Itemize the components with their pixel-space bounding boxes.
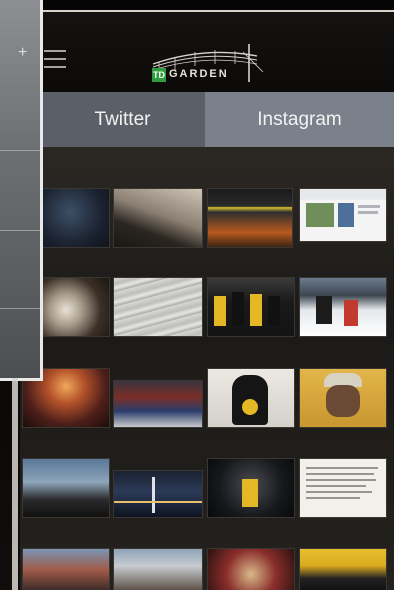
status-strip xyxy=(40,0,394,10)
tab-instagram[interactable]: Instagram xyxy=(205,92,394,147)
photo-bracelet[interactable] xyxy=(207,548,295,590)
photo-street[interactable] xyxy=(22,548,110,590)
photo-building-sky[interactable] xyxy=(113,188,203,248)
tab-twitter[interactable]: Twitter xyxy=(40,92,205,147)
photo-web-screenshot[interactable] xyxy=(299,188,387,242)
photo-storefront[interactable] xyxy=(207,188,293,248)
photo-player-celebrate[interactable] xyxy=(207,458,295,518)
td-badge: TD xyxy=(152,68,166,82)
photo-bridge-night[interactable] xyxy=(113,470,203,518)
photo-man-cap[interactable] xyxy=(299,368,387,428)
add-icon[interactable]: + xyxy=(18,44,27,62)
photo-hockey-crowd[interactable] xyxy=(113,380,203,428)
photo-team-poster[interactable] xyxy=(299,548,387,590)
app-screen: TD GARDEN Twitter Instagram + xyxy=(0,0,394,590)
photo-hockey-team[interactable] xyxy=(207,277,295,337)
photo-city-skyline[interactable] xyxy=(22,458,110,518)
logo-wordmark: GARDEN xyxy=(169,68,229,80)
hamburger-menu-icon[interactable] xyxy=(44,50,66,68)
photo-hockey-game[interactable] xyxy=(299,277,387,337)
photo-tickets[interactable] xyxy=(113,277,203,337)
photo-text-note[interactable] xyxy=(299,458,387,518)
photo-player-portrait[interactable] xyxy=(207,368,295,428)
photo-building-exterior[interactable] xyxy=(113,548,203,590)
frame-edge xyxy=(12,378,18,590)
